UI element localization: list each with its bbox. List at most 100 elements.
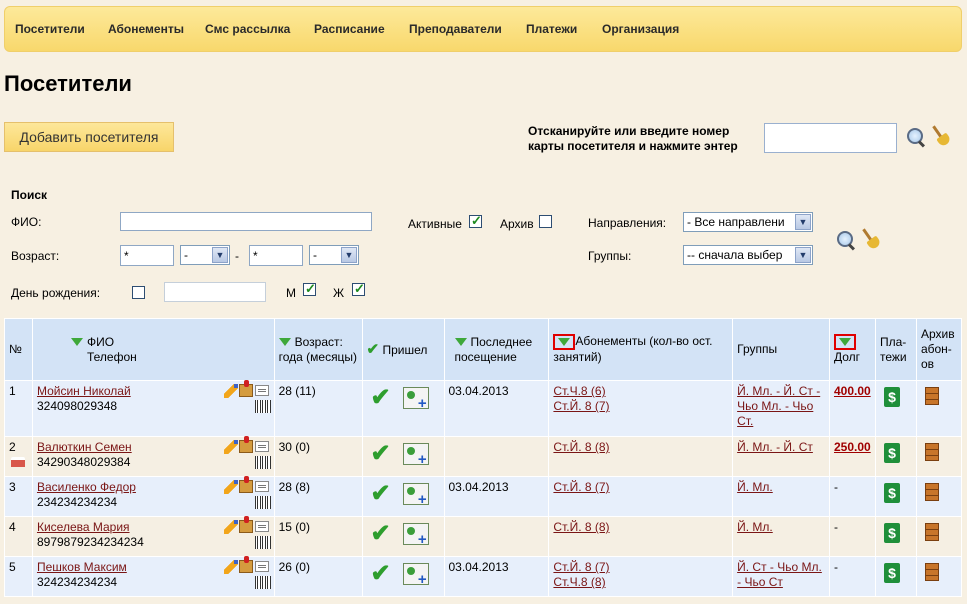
add-user-icon[interactable]	[402, 443, 429, 467]
sort-arrow-icon[interactable]	[278, 338, 291, 347]
add-visitor-button[interactable]: Добавить посетителя	[4, 122, 174, 152]
group-link[interactable]: Й. Ст - Чьо Мл. - Чьо Ст	[737, 560, 822, 589]
edit-pencil-icon[interactable]	[223, 384, 238, 398]
subscription-link[interactable]: Ст.Й. 8 (7)	[553, 560, 609, 574]
add-user-icon[interactable]	[402, 483, 429, 507]
sort-arrow-highlight[interactable]	[553, 334, 576, 350]
card-icon[interactable]	[254, 481, 269, 492]
archive-cabinet-icon[interactable]	[924, 443, 939, 461]
male-checkbox[interactable]	[303, 281, 316, 297]
debt-value[interactable]: 250.00	[834, 440, 871, 454]
subscription-link[interactable]: Ст.Й. 8 (8)	[553, 440, 609, 454]
edit-pencil-icon[interactable]	[223, 560, 238, 574]
broom-clear-icon[interactable]	[863, 228, 883, 250]
group-link[interactable]: Й. Мл. - Й. Ст	[737, 440, 813, 454]
mark-attendance-check-icon[interactable]: ✔	[371, 386, 391, 410]
archive-checkbox[interactable]	[539, 215, 552, 228]
dollar-payment-icon[interactable]: $	[883, 563, 900, 583]
barcode-icon[interactable]	[254, 456, 271, 469]
broom-clear-icon[interactable]	[933, 125, 953, 147]
col-age[interactable]: Возраст: года (месяцы)	[273, 318, 363, 381]
birthday-checkbox[interactable]	[132, 286, 145, 299]
debt-value[interactable]: 400.00	[834, 384, 871, 398]
mark-attendance-check-icon[interactable]: ✔	[371, 482, 391, 506]
subscription-link[interactable]: Ст.Ч.8 (6)	[553, 384, 605, 398]
age-to-years-input[interactable]	[249, 245, 303, 266]
subscription-link[interactable]: Ст.Й. 8 (7)	[553, 480, 609, 494]
group-link[interactable]: Й. Мл.	[737, 520, 773, 534]
card-icon[interactable]	[254, 441, 269, 452]
nav-item-sms[interactable]: Смс рассылка	[205, 22, 290, 36]
subscription-link[interactable]: Ст.Й. 8 (7)	[553, 399, 609, 413]
scan-card-input[interactable]	[764, 123, 897, 153]
sort-arrow-icon[interactable]	[558, 338, 571, 346]
search-icon[interactable]	[836, 230, 856, 250]
edit-pencil-icon[interactable]	[223, 520, 238, 534]
sort-arrow-icon[interactable]	[454, 338, 467, 347]
sort-arrow-icon[interactable]	[838, 338, 851, 346]
package-icon[interactable]	[238, 556, 253, 573]
subscription-link[interactable]: Ст.Ч.8 (8)	[553, 575, 605, 589]
barcode-icon[interactable]	[254, 536, 271, 549]
age-to-months-select[interactable]: - ▼	[309, 245, 359, 265]
nav-item-visitors[interactable]: Посетители	[15, 22, 85, 36]
mark-attendance-check-icon[interactable]: ✔	[371, 522, 391, 546]
archive-cabinet-icon[interactable]	[924, 387, 939, 405]
col-came[interactable]: ✔ Пришел	[361, 318, 445, 381]
visitor-name-link[interactable]: Василенко Федор	[37, 480, 136, 494]
archive-cabinet-icon[interactable]	[924, 523, 939, 541]
sort-arrow-highlight[interactable]	[833, 334, 856, 350]
archive-cabinet-icon[interactable]	[924, 563, 939, 581]
nav-item-payments[interactable]: Платежи	[526, 22, 577, 36]
visitor-name-link[interactable]: Мойсин Николай	[37, 384, 131, 398]
col-debt[interactable]: Долг	[828, 318, 876, 381]
col-fio[interactable]: ФИО Телефон	[31, 318, 275, 381]
add-user-icon[interactable]	[402, 387, 429, 411]
edit-pencil-icon[interactable]	[223, 480, 238, 494]
subscription-link[interactable]: Ст.Й. 8 (8)	[553, 520, 609, 534]
col-subscriptions[interactable]: Абонементы (кол-во ост. занятий)	[548, 318, 734, 381]
female-checkbox[interactable]	[352, 281, 365, 297]
birthday-input[interactable]	[164, 282, 266, 302]
active-checkbox[interactable]	[469, 213, 482, 229]
barcode-icon[interactable]	[254, 400, 271, 413]
add-user-icon[interactable]	[402, 523, 429, 547]
group-link[interactable]: Й. Мл. - Й. Ст - Чьо Мл. - Чьо Ст.	[737, 384, 820, 428]
dollar-payment-icon[interactable]: $	[883, 443, 900, 463]
visitor-name-link[interactable]: Валюткин Семен	[37, 440, 132, 454]
dollar-payment-icon[interactable]: $	[883, 387, 900, 407]
visitor-name-link[interactable]: Киселева Мария	[37, 520, 130, 534]
visitor-name-link[interactable]: Пешков Максим	[37, 560, 127, 574]
dollar-payment-icon[interactable]: $	[883, 483, 900, 503]
age-from-months-select[interactable]: - ▼	[180, 245, 230, 265]
card-icon[interactable]	[254, 385, 269, 396]
groups-select[interactable]: -- сначала выбер ▼	[683, 245, 813, 265]
age-cell: 30 (0)	[273, 436, 363, 477]
barcode-icon[interactable]	[254, 576, 271, 589]
fio-input[interactable]	[120, 212, 372, 231]
mark-attendance-check-icon[interactable]: ✔	[371, 442, 391, 466]
nav-item-schedule[interactable]: Расписание	[314, 22, 385, 36]
package-icon[interactable]	[238, 380, 253, 397]
group-link[interactable]: Й. Мл.	[737, 480, 773, 494]
col-last-visit[interactable]: Последнее посещение	[443, 318, 550, 381]
package-icon[interactable]	[238, 476, 253, 493]
nav-item-organization[interactable]: Организация	[602, 22, 679, 36]
add-user-icon[interactable]	[402, 563, 429, 587]
directions-select[interactable]: - Все направлени ▼	[683, 212, 813, 232]
card-icon[interactable]	[254, 521, 269, 532]
barcode-icon[interactable]	[254, 496, 271, 509]
archive-cabinet-icon[interactable]	[924, 483, 939, 501]
age-from-years-input[interactable]	[120, 245, 174, 266]
nav-item-teachers[interactable]: Преподаватели	[409, 22, 502, 36]
dollar-payment-icon[interactable]: $	[883, 523, 900, 543]
mark-attendance-check-icon[interactable]: ✔	[371, 562, 391, 586]
package-icon[interactable]	[238, 516, 253, 533]
search-icon[interactable]	[906, 127, 926, 147]
fio-cell: Василенко Федор 234234234234	[31, 476, 275, 517]
package-icon[interactable]	[238, 436, 253, 453]
edit-pencil-icon[interactable]	[223, 440, 238, 454]
card-icon[interactable]	[254, 561, 269, 572]
sort-arrow-icon[interactable]	[70, 338, 83, 347]
nav-item-subscriptions[interactable]: Абонементы	[108, 22, 184, 36]
